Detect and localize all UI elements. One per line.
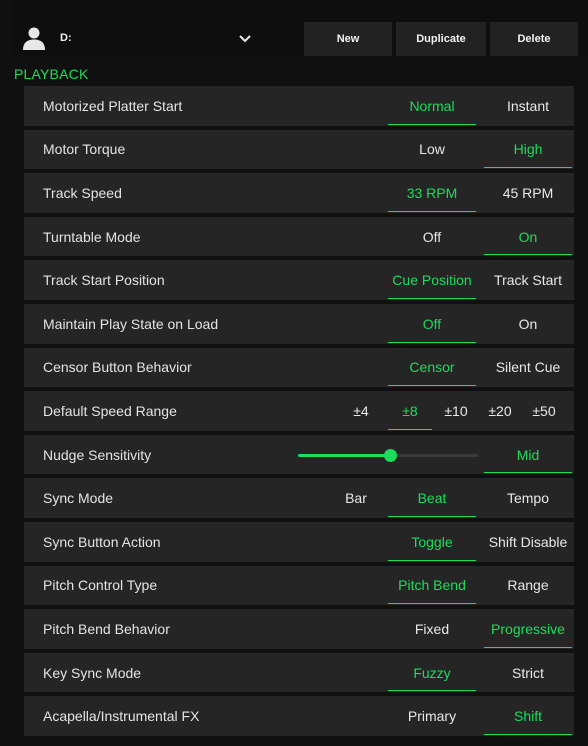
option-progressive-selected[interactable]: Progressive <box>484 609 572 649</box>
option-45-rpm[interactable]: 45 RPM <box>484 173 572 213</box>
setting-row-acapella-instrumental-fx: Acapella/Instrumental FX Primary Shift <box>24 696 574 736</box>
setting-row-key-sync-mode: Key Sync Mode Fuzzy Strict <box>24 652 574 693</box>
new-button[interactable]: New <box>304 22 392 56</box>
option-off-selected[interactable]: Off <box>388 304 476 344</box>
option-toggle-selected[interactable]: Toggle <box>388 522 476 562</box>
delete-button[interactable]: Delete <box>490 22 578 56</box>
setting-label: Default Speed Range <box>43 402 177 419</box>
top-bar: D: New Duplicate Delete <box>14 0 588 60</box>
option-fuzzy-selected[interactable]: Fuzzy <box>388 653 476 693</box>
option-normal-selected[interactable]: Normal <box>388 86 476 126</box>
option-censor-selected[interactable]: Censor <box>388 348 476 388</box>
setting-label: Track Speed <box>43 184 122 201</box>
setting-row-motorized-platter-start: Motorized Platter Start Normal Instant <box>24 86 574 126</box>
setting-row-default-speed-range: Default Speed Range ±4 ±8 ±10 ±20 ±50 <box>24 391 574 431</box>
option-pitch-bend-selected[interactable]: Pitch Bend <box>388 566 476 606</box>
setting-row-pitch-bend-behavior: Pitch Bend Behavior Fixed Progressive <box>24 609 574 649</box>
setting-row-turntable-mode: Turntable Mode Off On <box>24 216 574 257</box>
setting-label: Motor Torque <box>43 141 126 158</box>
setting-label: Turntable Mode <box>43 228 141 245</box>
setting-row-motor-torque: Motor Torque Low High <box>24 129 574 170</box>
setting-label: Motorized Platter Start <box>43 97 183 114</box>
setting-row-track-start-position: Track Start Position Cue Position Track St… <box>24 260 574 300</box>
option-on-selected[interactable]: On <box>484 217 572 257</box>
option-cue-position-selected[interactable]: Cue Position <box>388 260 476 300</box>
option-track-start[interactable]: Track Start <box>484 260 572 300</box>
setting-row-sync-mode: Sync Mode Bar Beat Tempo <box>24 478 574 518</box>
slider-thumb[interactable] <box>383 448 397 462</box>
option-silent-cue[interactable]: Silent Cue <box>484 348 572 388</box>
user-icon <box>23 27 45 50</box>
setting-label: Censor Button Behavior <box>43 359 192 376</box>
option-10[interactable]: ±10 <box>434 391 478 431</box>
setting-label: Track Start Position <box>43 272 165 289</box>
setting-label: Maintain Play State on Load <box>43 315 219 332</box>
setting-label: Pitch Control Type <box>43 577 158 594</box>
profile-name: D: <box>60 32 72 44</box>
setting-row-censor-button-behavior: Censor Button Behavior Censor Silent Cue <box>24 347 574 388</box>
nudge-sensitivity-slider[interactable] <box>298 448 478 462</box>
option-33-rpm-selected[interactable]: 33 RPM <box>388 173 476 213</box>
setting-row-nudge-sensitivity: Nudge Sensitivity Mid <box>24 434 574 475</box>
duplicate-button[interactable]: Duplicate <box>396 22 486 56</box>
option-shift-selected[interactable]: Shift <box>484 696 572 736</box>
option-8-selected[interactable]: ±8 <box>388 391 432 431</box>
option-tempo[interactable]: Tempo <box>484 478 572 518</box>
setting-label: Sync Button Action <box>43 533 161 550</box>
chevron-down-icon[interactable] <box>238 32 252 46</box>
option-50[interactable]: ±50 <box>522 391 566 431</box>
option-primary[interactable]: Primary <box>388 696 476 736</box>
option-off[interactable]: Off <box>388 217 476 257</box>
setting-label: Acapella/Instrumental FX <box>43 708 200 725</box>
option-strict[interactable]: Strict <box>484 653 572 693</box>
setting-row-pitch-control-type: Pitch Control Type Pitch Bend Range <box>24 565 574 606</box>
option-range[interactable]: Range <box>484 566 572 606</box>
profile-selector[interactable]: D: <box>22 26 266 52</box>
option-beat-selected[interactable]: Beat <box>388 478 476 518</box>
option-20[interactable]: ±20 <box>478 391 522 431</box>
option-high-selected[interactable]: High <box>484 130 572 170</box>
section-title-playback: PLAYBACK <box>14 66 89 82</box>
slider-fill <box>298 453 390 457</box>
option-shift-disable[interactable]: Shift Disable <box>484 522 572 562</box>
setting-row-maintain-play-state-on-load: Maintain Play State on Load Off On <box>24 304 574 344</box>
slider-value-label: Mid <box>484 435 572 475</box>
setting-row-track-speed: Track Speed 33 RPM 45 RPM <box>24 173 574 213</box>
option-instant[interactable]: Instant <box>484 86 572 126</box>
setting-label: Pitch Bend Behavior <box>43 620 170 637</box>
setting-label: Key Sync Mode <box>43 664 142 681</box>
option-4[interactable]: ±4 <box>334 391 388 431</box>
option-bar[interactable]: Bar <box>314 478 398 518</box>
option-on[interactable]: On <box>484 304 572 344</box>
option-fixed[interactable]: Fixed <box>388 609 476 649</box>
setting-row-sync-button-action: Sync Button Action Toggle Shift Disable <box>24 522 574 562</box>
option-low[interactable]: Low <box>388 130 476 170</box>
setting-label: Nudge Sensitivity <box>43 446 152 463</box>
setting-label: Sync Mode <box>43 490 114 507</box>
